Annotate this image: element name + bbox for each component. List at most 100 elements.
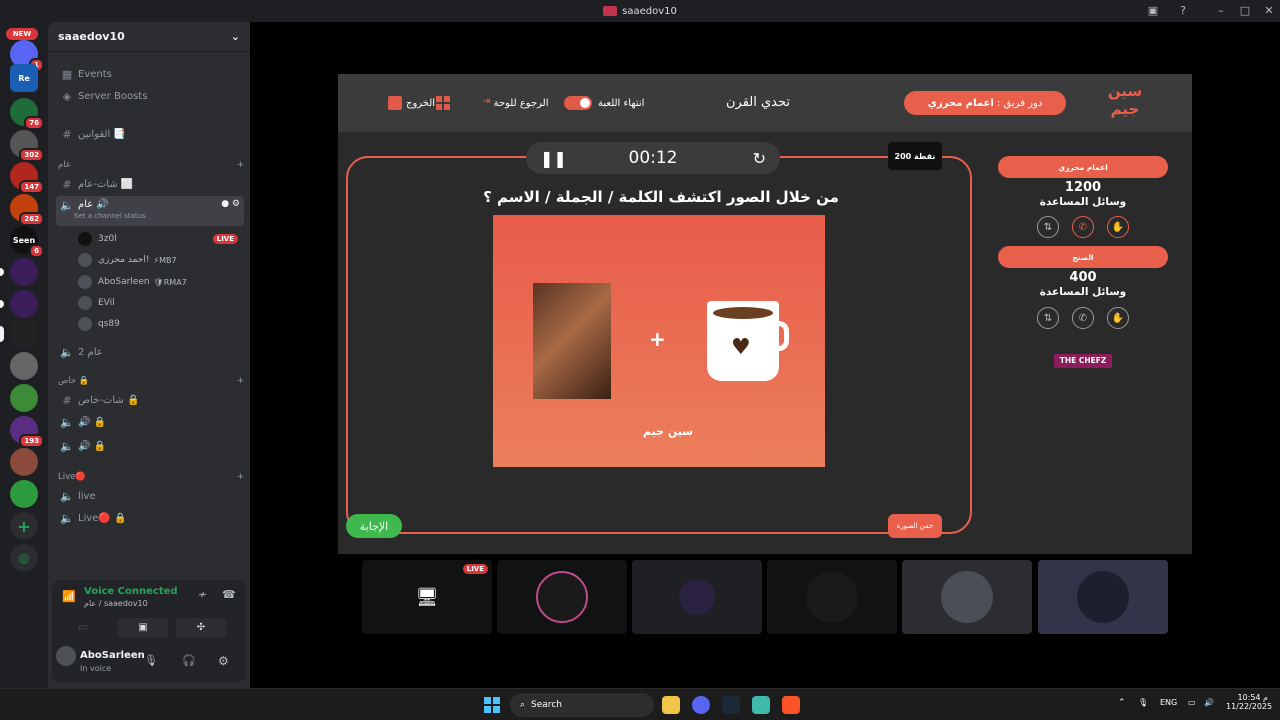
microphone-icon[interactable]: 🎙 — [144, 654, 158, 667]
category-private[interactable]: خاص 🔒 + — [58, 376, 244, 386]
brave-icon[interactable] — [782, 696, 800, 714]
microphone-icon[interactable]: 🎙 — [1138, 698, 1148, 707]
server-icon[interactable] — [10, 448, 38, 476]
re-server-icon[interactable]: Re — [10, 64, 38, 92]
category-general[interactable]: عام + — [58, 160, 244, 170]
discord-icon[interactable] — [692, 696, 710, 714]
game-title: تحدي القرن — [725, 95, 790, 110]
add-server-icon[interactable]: + — [10, 512, 38, 540]
server-icon[interactable] — [0, 258, 38, 286]
chevron-down-icon[interactable]: ⌄ — [231, 30, 240, 43]
voice-user[interactable]: EVil — [78, 293, 244, 313]
app-logo-icon — [603, 6, 618, 16]
server-icon[interactable]: 302 — [10, 130, 44, 162]
avatar — [78, 317, 92, 331]
server-icon[interactable]: 262 — [10, 194, 44, 226]
activities-icon[interactable]: ✣ — [176, 618, 226, 638]
signal-icon[interactable]: 📶 — [62, 590, 76, 603]
user-status: In voice — [80, 664, 112, 673]
stream-tile-user[interactable] — [632, 560, 762, 634]
add-channel-icon[interactable]: + — [237, 376, 244, 386]
noise-suppression-icon[interactable]: ≁ — [198, 588, 207, 601]
category-live[interactable]: Live🔴 + — [58, 472, 244, 482]
voice-user[interactable]: AboSarleen 🛡RMA7 — [78, 272, 244, 292]
server-header[interactable]: saaedov10 ⌄ — [48, 22, 250, 52]
game-header: سين جيم دور فريق : اعمام محرزي تحدي القر… — [338, 74, 1192, 132]
reset-icon[interactable]: ↻ — [753, 149, 766, 168]
steam-icon[interactable] — [722, 696, 740, 714]
speaker-icon: 🔈 — [60, 489, 74, 503]
channel-chat-private[interactable]: # شات-خاص 🔒 — [56, 390, 244, 410]
channel-rules[interactable]: # القوانين 📑 — [56, 124, 244, 144]
stream-tile-user[interactable] — [497, 560, 627, 634]
server-icon[interactable] — [0, 290, 38, 318]
stream-tile-screenshare[interactable]: 🖥 LIVE — [362, 560, 492, 634]
file-explorer-icon[interactable] — [662, 696, 680, 714]
screen-share-icon[interactable]: ▣ — [118, 618, 168, 638]
camera-off-icon[interactable]: ▭ — [58, 618, 108, 638]
stream-tile-user[interactable] — [1038, 560, 1168, 634]
maximize-button[interactable]: □ — [1237, 3, 1253, 19]
channel-live[interactable]: 🔈 live — [56, 486, 244, 506]
pause-icon[interactable]: ❚❚ — [540, 149, 567, 168]
add-channel-icon[interactable]: + — [237, 472, 244, 482]
voice-location[interactable]: عام / saaedov10 — [84, 599, 148, 608]
channel-voice-general-active[interactable]: 🔈 عام 🔊 ● ⚙ Set a channel status — [56, 196, 244, 226]
stream-tile-user[interactable] — [767, 560, 897, 634]
swap-icon[interactable]: ⇅ — [1037, 216, 1059, 238]
server-icon[interactable] — [10, 384, 38, 412]
channel-voice-private[interactable]: 🔈 🔊 🔒 — [56, 412, 244, 432]
start-icon[interactable] — [484, 697, 500, 713]
server-icon[interactable]: 193 — [10, 416, 44, 448]
clock[interactable]: 10:54 م 11/22/2025 — [1226, 693, 1272, 711]
back-to-board-button[interactable]: ⇥ الرجوع للوحة — [478, 96, 548, 110]
chevron-up-icon[interactable]: ⌃ — [1118, 698, 1126, 708]
channel-live-locked[interactable]: 🔈 Live🔴 🔒 — [56, 508, 244, 528]
server-icon[interactable]: 76 — [10, 98, 44, 130]
server-icon[interactable] — [10, 352, 38, 380]
phone-icon[interactable]: ✆ — [1072, 216, 1094, 238]
user-avatar[interactable] — [56, 646, 76, 666]
server-icon[interactable] — [10, 480, 38, 508]
channel-actions-icon[interactable]: ● ⚙ — [221, 199, 240, 212]
guess-picture-button[interactable]: خمن الصورة — [888, 514, 942, 538]
window-title: saaedov10 — [622, 5, 677, 17]
disconnect-icon[interactable]: ☎ — [222, 588, 236, 601]
phone-icon[interactable]: ✆ — [1072, 307, 1094, 329]
channel-voice-private[interactable]: 🔈 🔊 🔒 — [56, 436, 244, 456]
language-indicator[interactable]: ENG — [1160, 698, 1177, 707]
voice-user[interactable]: qs89 — [78, 314, 244, 334]
answer-button[interactable]: الإجابة — [346, 514, 402, 538]
end-game-button[interactable]: انتهاء اللعبة — [558, 96, 644, 110]
events-link[interactable]: ▦ Events — [56, 64, 244, 84]
discover-icon[interactable]: ◎ — [10, 544, 38, 572]
seen-server-icon[interactable]: Seen 6 — [10, 226, 44, 258]
server-icon[interactable] — [0, 320, 38, 348]
app-icon[interactable] — [752, 696, 770, 714]
server-icon[interactable]: 147 — [10, 162, 44, 194]
voice-user[interactable]: احمد محرزي! ⚡MB7 — [78, 250, 244, 270]
hand-icon[interactable]: ✋ — [1107, 307, 1129, 329]
voice-user[interactable]: 3z0l LIVE — [78, 229, 244, 249]
minimize-button[interactable]: – — [1213, 3, 1229, 19]
exit-button[interactable]: الخروج — [384, 96, 435, 110]
taskbar-search[interactable]: ⌕ Search — [510, 693, 654, 717]
channel-status[interactable]: Set a channel status — [60, 212, 146, 220]
close-button[interactable]: ✕ — [1261, 3, 1277, 19]
search-icon: ⌕ — [520, 700, 526, 710]
network-icon[interactable]: ▭ — [1188, 698, 1196, 707]
add-channel-icon[interactable]: + — [237, 160, 244, 170]
stream-tile-user[interactable] — [902, 560, 1032, 634]
volume-icon[interactable]: 🔊 — [1204, 698, 1214, 707]
inbox-icon[interactable]: ▣ — [1145, 3, 1161, 19]
server-boosts-link[interactable]: ◈ Server Boosts — [56, 86, 244, 106]
help-icon[interactable]: ? — [1175, 3, 1191, 19]
live-badge: LIVE — [462, 564, 488, 574]
channel-chat-general[interactable]: # شات-عام ⬜ — [56, 174, 244, 194]
swap-icon[interactable]: ⇅ — [1037, 307, 1059, 329]
toggle-icon[interactable] — [564, 96, 592, 110]
headphones-icon[interactable]: 🎧 — [182, 654, 196, 667]
gear-icon[interactable]: ⚙ — [218, 654, 229, 668]
hand-icon[interactable]: ✋ — [1107, 216, 1129, 238]
channel-voice-general2[interactable]: 🔈 عام 2 — [56, 342, 244, 362]
